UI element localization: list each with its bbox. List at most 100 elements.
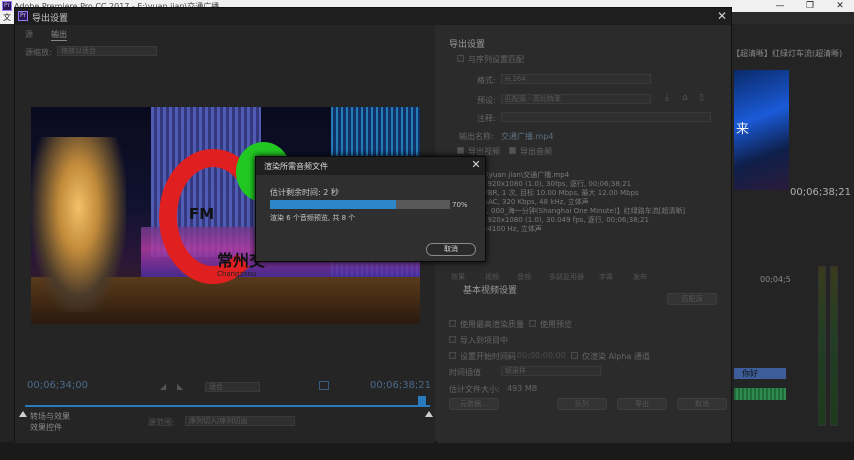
use-previews-checkbox[interactable] xyxy=(529,320,536,327)
export-timeline-bar[interactable] xyxy=(25,405,430,407)
program-timecode: 00;06;38;21 xyxy=(790,187,852,198)
close-app-button[interactable]: ✕ xyxy=(826,0,854,12)
export-audio-checkbox[interactable] xyxy=(509,147,516,154)
export-audio-label: 导出音频 xyxy=(520,147,552,156)
tab-source[interactable]: 源 xyxy=(25,29,33,40)
output-name-link[interactable]: 交通广播.mp4 xyxy=(501,131,554,142)
preset-dropdown[interactable]: 匹配源 - 高比特率 xyxy=(501,94,651,104)
out-point-marker[interactable] xyxy=(425,411,433,417)
export-dialog-title: 导出设置 xyxy=(32,14,69,24)
queue-button[interactable]: 队列 xyxy=(557,398,607,410)
timeline-video-clip[interactable]: 你好 xyxy=(734,368,786,379)
import-to-project-checkbox[interactable] xyxy=(449,336,456,343)
import-to-project-label: 导入到项目中 xyxy=(460,336,508,345)
in-timecode[interactable]: 00;06;34;00 xyxy=(27,380,88,391)
metadata-button[interactable]: 元数据... xyxy=(449,398,499,410)
minimize-button[interactable]: — xyxy=(766,0,794,12)
import-preset-icon[interactable]: ⌂ xyxy=(682,93,688,103)
program-sequence-title: 【超清晰】红绿灯车流(超清晰) xyxy=(732,49,843,58)
out-timecode[interactable]: 00;06;38;21 xyxy=(370,380,431,391)
save-preset-icon[interactable]: ⤓ xyxy=(665,93,669,103)
summary-source-video: 1920x1080 (1.0), 30.049 fps, 逐行, 00;06;3… xyxy=(483,216,649,224)
logo-sub-text: Changzhou xyxy=(217,270,257,278)
export-settings-section-title[interactable]: 导出设置 xyxy=(449,37,485,50)
effects-panel-item[interactable]: 转场与效果 xyxy=(30,411,70,422)
tab-publish[interactable]: 发布 xyxy=(633,272,647,282)
summary-source-name: 源: 序列, 000_海一分钟(Shanghai One Minute)】红绿路… xyxy=(461,207,686,215)
time-remaining-text: 估计剩余时间: 2 秒 xyxy=(270,188,339,197)
basic-video-settings-title[interactable]: 基本视频设置 xyxy=(463,283,517,296)
format-dropdown[interactable]: H.264 xyxy=(501,74,651,84)
max-render-quality-label: 使用最高渲染质量 xyxy=(460,320,524,329)
comments-label: 注释: xyxy=(477,114,496,123)
summary-output-video: 1920x1080 (1.0), 30fps, 逐行, 00;06;38;21 xyxy=(483,180,632,188)
fit-dropdown[interactable]: 适合 xyxy=(205,382,260,392)
export-dialog-header xyxy=(15,8,731,25)
source-range-dropdown[interactable]: 序列切入/序列切出 xyxy=(185,416,295,426)
logo-fm-text: FM xyxy=(189,205,215,223)
in-point-marker[interactable] xyxy=(19,411,27,417)
summary-output-bitrate: VBR, 1 次, 目标 10.00 Mbps, 最大 12.00 Mbps xyxy=(483,189,639,197)
tab-video[interactable]: 视频 xyxy=(485,272,499,282)
program-frame-text: 来 xyxy=(736,122,750,137)
render-status-text: 渲染 6 个音频预览, 共 8 个 xyxy=(270,214,356,222)
effect-controls-item[interactable]: 效果控件 xyxy=(30,422,62,433)
summary-output-path: 输出: E:\yuan jian\交通广播.mp4 xyxy=(461,171,570,179)
source-range-label: 源范围: xyxy=(148,418,175,427)
summary-output-audio: AAC, 320 Kbps, 48 kHz, 立体声 xyxy=(483,198,589,206)
cancel-export-button[interactable]: 取消 xyxy=(677,398,727,410)
source-scaling-label: 源缩放: xyxy=(25,48,52,57)
output-name-label: 输出名称: xyxy=(459,132,494,141)
app-left-panel xyxy=(0,24,14,460)
start-timecode-label: 设置开始时间码 xyxy=(460,352,516,361)
tab-effects[interactable]: 效果 xyxy=(451,272,465,282)
start-timecode-value[interactable]: 00;00;00;00 xyxy=(517,351,566,360)
premiere-dialog-icon: Pr xyxy=(18,11,28,21)
audio-meter-left xyxy=(818,266,826,426)
time-interpolation-label: 时间插值 xyxy=(449,368,481,377)
preview-light-tree xyxy=(31,137,126,312)
match-source-button[interactable]: 匹配源 xyxy=(667,293,717,305)
tab-output[interactable]: 输出 xyxy=(51,29,67,41)
use-previews-label: 使用预览 xyxy=(540,320,572,329)
cancel-render-button[interactable]: 取消 xyxy=(426,243,476,256)
export-button[interactable]: 导出 xyxy=(617,398,667,410)
render-progress-fill xyxy=(270,200,396,209)
summary-block: 输出: E:\yuan jian\交通广播.mp4 1920x1080 (1.0… xyxy=(461,171,726,234)
close-icon[interactable]: ✕ xyxy=(715,9,729,23)
tab-captions[interactable]: 字幕 xyxy=(599,272,613,282)
preset-label: 预设: xyxy=(477,96,496,105)
file-size-value: 493 MB xyxy=(507,384,538,393)
export-video-checkbox[interactable] xyxy=(457,147,464,154)
premiere-app-icon: Pr xyxy=(2,1,12,11)
set-out-icon[interactable]: ◣ xyxy=(177,382,183,391)
time-interpolation-dropdown[interactable]: 帧采样 xyxy=(501,366,601,376)
crop-icon[interactable] xyxy=(319,381,329,390)
timeline-timecode: 00;04;5 xyxy=(760,275,791,284)
render-alpha-label: 仅渲染 Alpha 通道 xyxy=(582,352,650,361)
close-icon[interactable]: ✕ xyxy=(470,159,482,171)
timeline-audio-clip[interactable] xyxy=(734,388,786,400)
tab-audio[interactable]: 音频 xyxy=(517,272,531,282)
max-render-quality-checkbox[interactable] xyxy=(449,320,456,327)
maximize-button[interactable]: ❐ xyxy=(796,0,824,12)
match-sequence-checkbox[interactable] xyxy=(457,55,464,62)
file-size-label: 估计文件大小: xyxy=(449,385,500,394)
source-scaling-dropdown[interactable]: 缩放以适合 xyxy=(57,46,157,56)
render-audio-progress-dialog: 渲染所需音频文件 ✕ 估计剩余时间: 2 秒 70% 渲染 6 个音频预览, 共… xyxy=(255,156,486,262)
comments-input[interactable] xyxy=(501,112,711,122)
render-dialog-title: 渲染所需音频文件 xyxy=(264,162,328,171)
render-alpha-checkbox[interactable] xyxy=(571,352,578,359)
app-bottom-strip xyxy=(0,442,854,460)
match-sequence-label: 与序列设置匹配 xyxy=(468,55,524,64)
delete-preset-icon[interactable]: ▯ xyxy=(699,93,704,103)
summary-source-audio: 44100 Hz, 立体声 xyxy=(483,225,542,233)
audio-meter-right xyxy=(830,266,838,426)
start-timecode-checkbox[interactable] xyxy=(449,352,456,359)
playhead-handle[interactable] xyxy=(418,396,426,405)
format-label: 格式: xyxy=(477,76,496,85)
tab-multiplexer[interactable]: 多路复用器 xyxy=(549,272,584,282)
render-progress-percent: 70% xyxy=(452,201,468,209)
set-in-icon[interactable]: ◢ xyxy=(160,382,166,391)
render-progress-bar xyxy=(270,200,450,209)
